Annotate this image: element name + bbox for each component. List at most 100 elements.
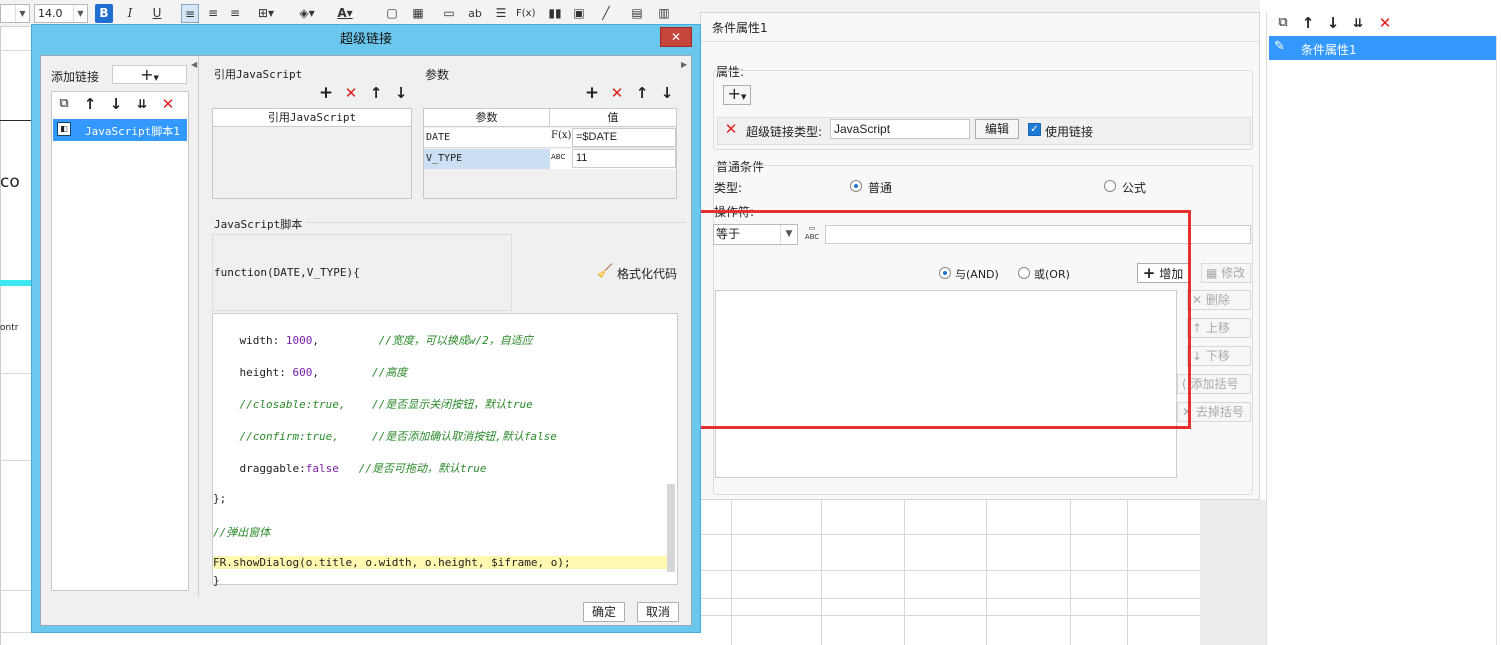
align-center-icon[interactable]: ≡ bbox=[204, 4, 222, 23]
arrow-up-icon[interactable]: ↑ bbox=[82, 96, 98, 112]
add-icon: + bbox=[727, 84, 741, 103]
condition-item-label: 条件属性1 bbox=[1301, 43, 1357, 57]
param-value[interactable]: =$DATE bbox=[572, 128, 676, 147]
font-color-icon[interactable]: A▾ bbox=[336, 4, 354, 23]
text-icon[interactable]: ab bbox=[466, 4, 484, 23]
param-value[interactable]: 11 bbox=[572, 149, 676, 168]
arrow-down-icon[interactable]: ↓ bbox=[1325, 15, 1341, 31]
paragraph-icon[interactable]: ☰ bbox=[492, 4, 510, 23]
collapse-left-icon[interactable]: ◀ bbox=[191, 60, 197, 69]
arrow-up-icon[interactable]: ↑ bbox=[634, 85, 650, 101]
type-normal-radio[interactable] bbox=[850, 180, 862, 192]
scrollbar[interactable] bbox=[1496, 36, 1501, 645]
code-token: 600 bbox=[292, 366, 313, 379]
add-link-combo[interactable]: +▼ bbox=[112, 65, 187, 84]
delete-icon[interactable]: ✕ bbox=[723, 121, 739, 137]
link-type-field[interactable]: JavaScript bbox=[830, 119, 970, 139]
cell-text: ontr bbox=[0, 323, 19, 333]
code-line: width: 1000, //宽度，可以换成w/2，自适应 bbox=[213, 332, 669, 348]
sort-icon[interactable]: ⇊ bbox=[134, 96, 150, 112]
dialog-body: 添加链接 +▼ ⧉ ↑ ↓ ⇊ ✕ ◧ JavaScript脚本1 ◀ ▶ 引用… bbox=[40, 55, 692, 626]
param-row[interactable]: V_TYPE ABC 11 bbox=[424, 149, 676, 169]
code-editor[interactable]: width: 1000, //宽度，可以换成w/2，自适应 height: 60… bbox=[212, 313, 678, 587]
code-token: } bbox=[213, 574, 220, 587]
collapse-right-icon[interactable]: ▶ bbox=[681, 60, 687, 69]
font-family-combo[interactable]: ▼ bbox=[0, 4, 30, 23]
sort-icon[interactable]: ⇊ bbox=[1350, 15, 1366, 31]
formula-icon[interactable]: F(x) bbox=[516, 4, 535, 23]
arrow-up-icon[interactable]: ↑ bbox=[1300, 15, 1316, 31]
delete-label: 删除 bbox=[1205, 293, 1230, 307]
format-code-button[interactable]: 格式化代码 bbox=[617, 265, 677, 282]
fill-color-icon[interactable]: ◈▾ bbox=[298, 4, 316, 23]
copy-icon[interactable]: ⧉ bbox=[56, 96, 72, 112]
add-icon[interactable]: + bbox=[318, 85, 334, 102]
align-left-icon[interactable]: ≡ bbox=[181, 4, 199, 23]
cancel-button[interactable]: 取消 bbox=[637, 602, 679, 622]
arrow-down-icon[interactable]: ↓ bbox=[659, 85, 675, 101]
code-token: //高度 bbox=[318, 366, 408, 379]
formula-icon[interactable]: F(x) bbox=[551, 130, 571, 141]
code-scrollbar-thumb[interactable] bbox=[667, 484, 675, 572]
code-token: //closable:true, //是否显示关闭按钮，默认true bbox=[239, 398, 533, 411]
chart-icon[interactable]: ▮▮ bbox=[546, 4, 564, 23]
frame-icon[interactable]: ▢ bbox=[383, 4, 401, 23]
use-link-checkbox[interactable]: ✓ bbox=[1028, 123, 1041, 136]
add-icon[interactable]: + bbox=[584, 85, 600, 102]
grid-line bbox=[700, 534, 1200, 535]
ok-button[interactable]: 确定 bbox=[583, 602, 625, 622]
move-up-label: 上移 bbox=[1205, 321, 1230, 335]
add-attribute-button[interactable]: +▼ bbox=[723, 85, 751, 105]
sub-report-icon[interactable]: ▥ bbox=[655, 4, 673, 23]
chevron-down-icon: ▼ bbox=[73, 5, 87, 22]
code-token: //confirm:true, //是否添加确认取消按钮,默认false bbox=[239, 430, 557, 443]
delete-icon[interactable]: ✕ bbox=[160, 96, 176, 112]
arrow-down-icon[interactable]: ↓ bbox=[393, 85, 409, 101]
textbox-icon[interactable]: ▭ bbox=[440, 4, 458, 23]
chevron-down-icon: ▼ bbox=[15, 5, 29, 22]
table-icon[interactable]: ▦ bbox=[409, 4, 427, 23]
code-token: }; bbox=[213, 492, 227, 505]
delete-icon[interactable]: ✕ bbox=[609, 85, 625, 101]
align-right-icon[interactable]: ≡ bbox=[226, 4, 244, 23]
params-table: 参数 值 DATE F(x) =$DATE V_TYPE ABC 11 bbox=[423, 108, 677, 199]
delete-icon[interactable]: ✕ bbox=[343, 85, 359, 101]
arrow-down-icon: ↓ bbox=[1192, 349, 1203, 363]
move-down-button[interactable]: ↓ 下移 bbox=[1187, 346, 1251, 366]
modify-button[interactable]: ▦ 修改 bbox=[1201, 263, 1251, 283]
arrow-up-icon[interactable]: ↑ bbox=[368, 85, 384, 101]
delete-button[interactable]: ✕ 删除 bbox=[1187, 290, 1251, 310]
close-button[interactable]: ✕ bbox=[660, 27, 692, 47]
border-icon[interactable]: ⊞▾ bbox=[257, 4, 275, 23]
image-icon[interactable]: ▣ bbox=[570, 4, 588, 23]
script-icon: ◧ bbox=[57, 122, 71, 136]
grid-line bbox=[0, 50, 31, 51]
delete-icon[interactable]: ✕ bbox=[1377, 15, 1393, 31]
edit-button[interactable]: 编辑 bbox=[975, 119, 1019, 139]
grid-line bbox=[0, 373, 31, 374]
params-label: 参数 bbox=[425, 68, 450, 82]
slash-icon[interactable]: ╱ bbox=[597, 4, 615, 23]
text-type-icon[interactable]: ABC bbox=[551, 153, 565, 161]
grid-line bbox=[700, 570, 1200, 571]
grid-line bbox=[731, 500, 732, 645]
code-line: FR.showDialog(o.title, o.width, o.height… bbox=[213, 556, 669, 569]
bold-button[interactable]: B bbox=[95, 4, 113, 23]
font-size-combo[interactable]: 14.0 ▼ bbox=[34, 4, 88, 23]
type-formula-radio[interactable] bbox=[1104, 180, 1116, 192]
modify-icon: ▦ bbox=[1206, 266, 1218, 280]
code-token: , bbox=[312, 366, 319, 379]
italic-button[interactable]: I bbox=[121, 4, 139, 23]
link-item-selected[interactable]: ◧ JavaScript脚本1 bbox=[53, 119, 187, 141]
code-token: //是否可拖动，默认true bbox=[338, 462, 487, 475]
widget-icon[interactable]: ▤ bbox=[628, 4, 646, 23]
arrow-down-icon[interactable]: ↓ bbox=[108, 96, 124, 112]
copy-icon[interactable]: ⧉ bbox=[1275, 15, 1291, 31]
selected-condition-item[interactable]: ✎ 条件属性1 bbox=[1269, 36, 1496, 60]
param-row[interactable]: DATE F(x) =$DATE bbox=[424, 128, 676, 148]
underline-button[interactable]: U bbox=[148, 4, 166, 23]
type-normal-label: 普通 bbox=[868, 181, 893, 195]
broom-icon[interactable]: 🧹 bbox=[597, 264, 613, 279]
move-up-button[interactable]: ↑ 上移 bbox=[1187, 318, 1251, 338]
